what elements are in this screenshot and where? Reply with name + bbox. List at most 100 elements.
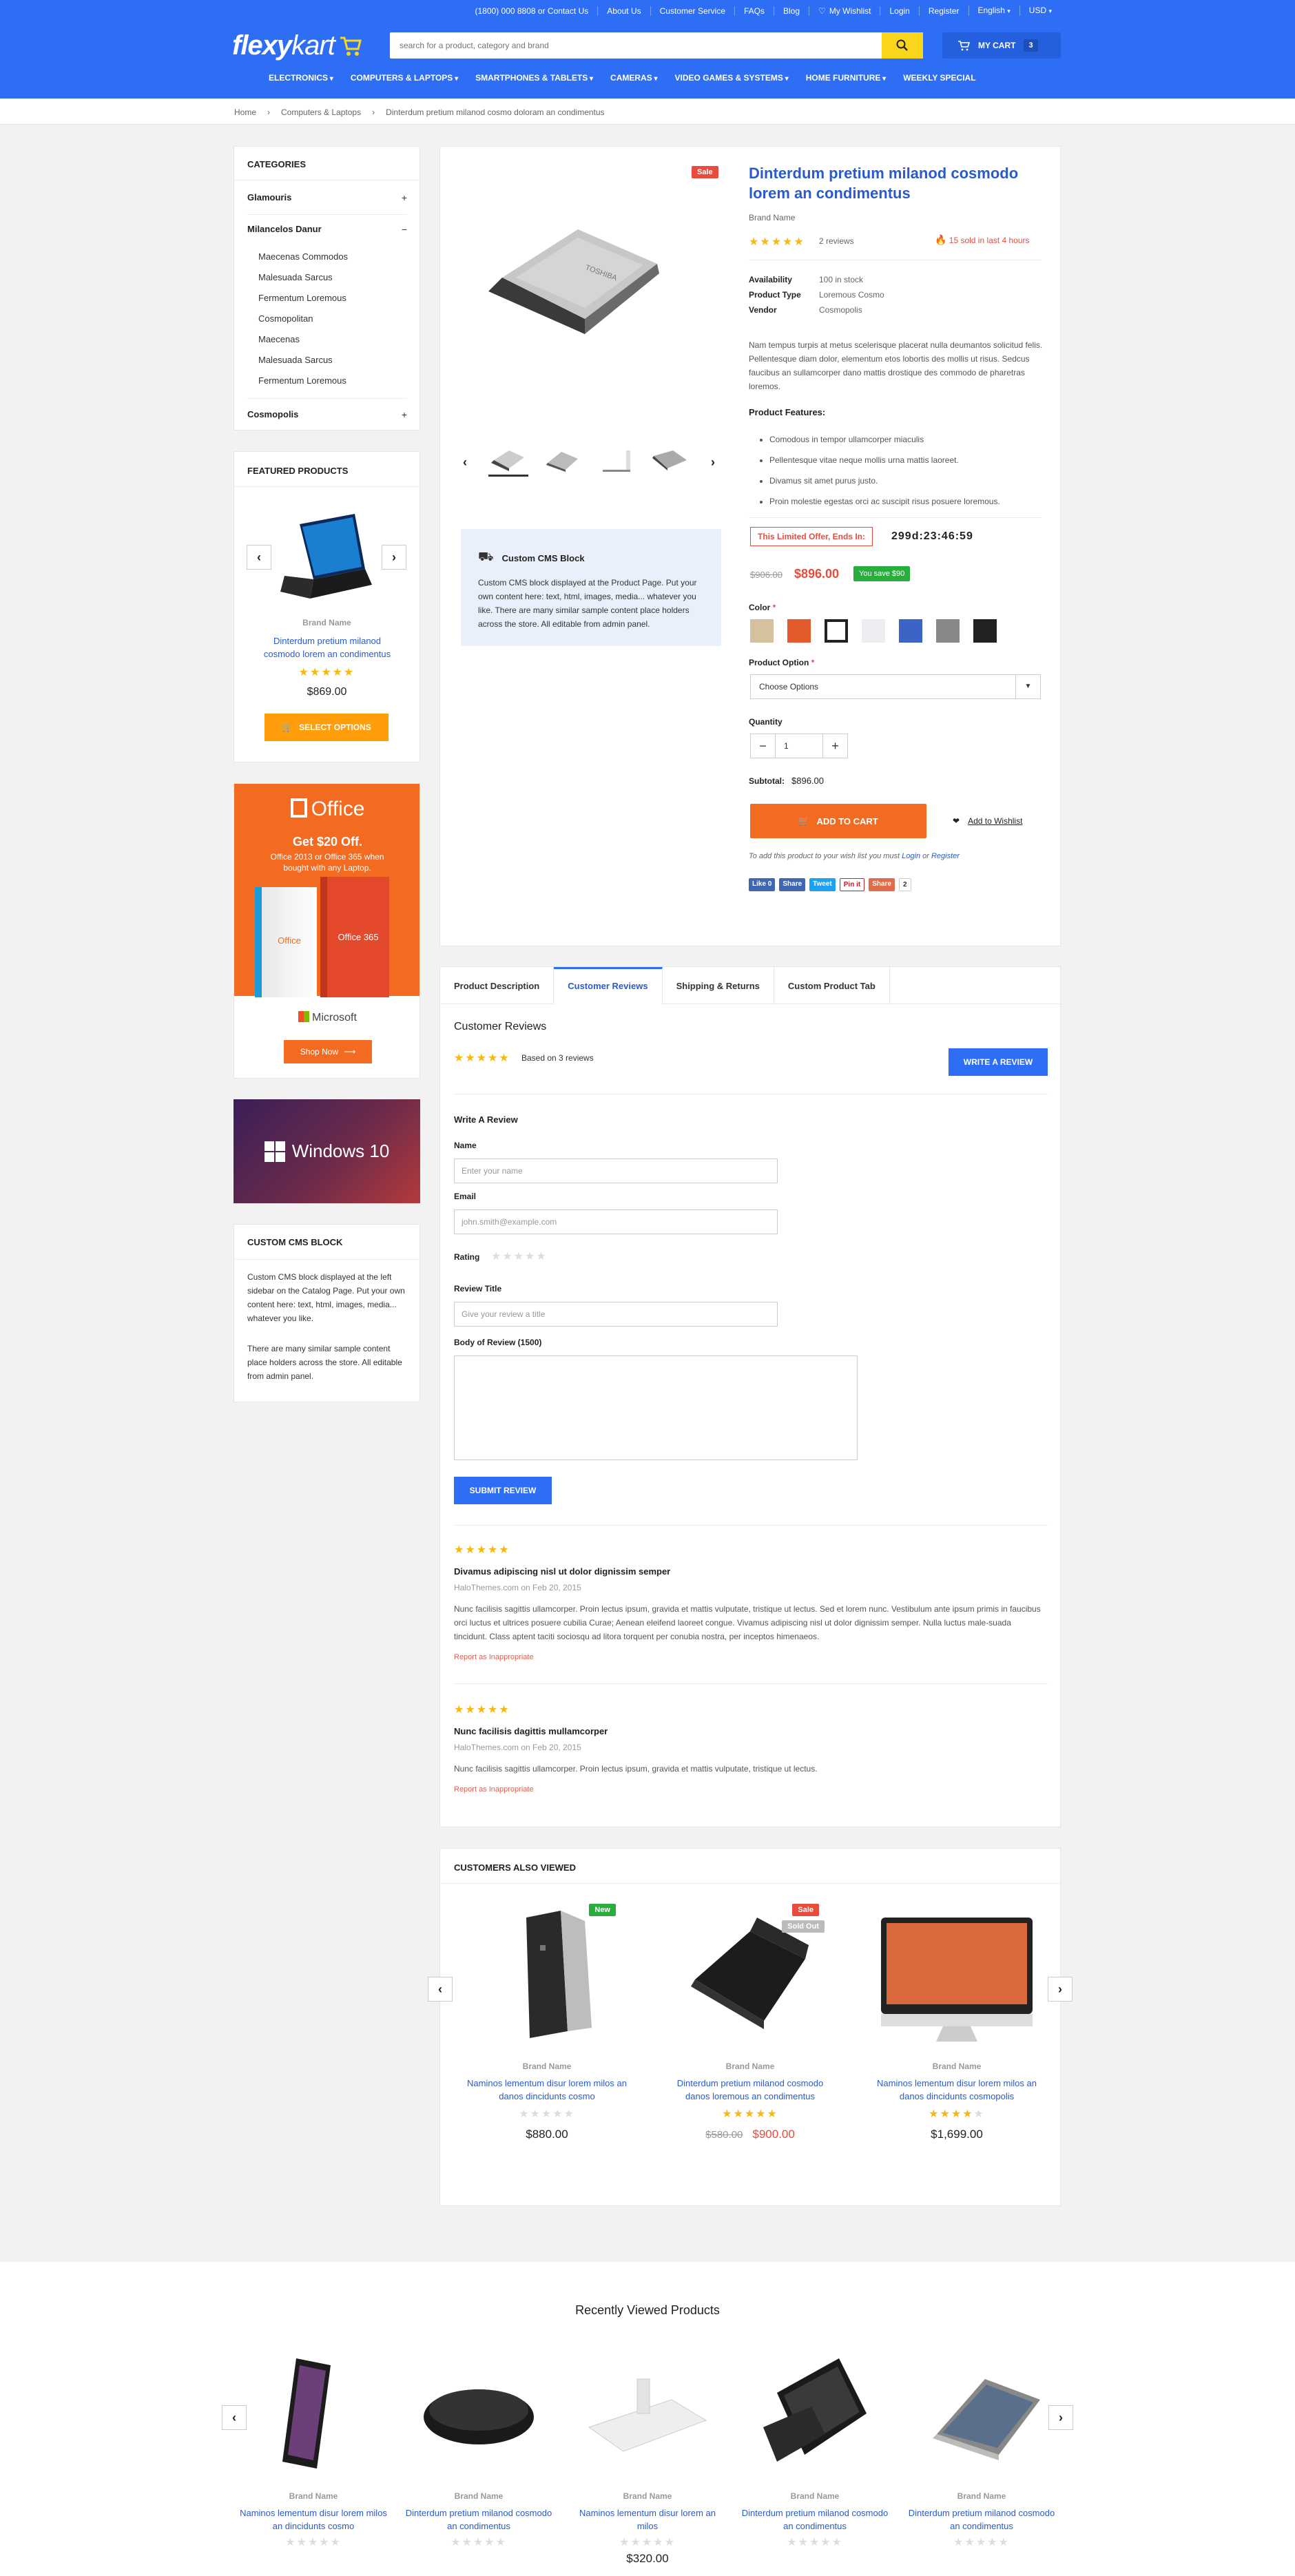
tab-description[interactable]: Product Description (440, 967, 555, 1004)
thumbnail[interactable] (488, 446, 528, 477)
rating-input[interactable]: ★★★★★ (491, 1249, 548, 1263)
product-name[interactable]: Dinterdum pretium milanod cosmodo danos … (667, 2077, 833, 2103)
product-card[interactable]: Brand Name Dinterdum pretium milanod cos… (736, 2351, 894, 2549)
category-item[interactable]: Milancelos Danur − (247, 224, 407, 235)
product-card[interactable]: Brand Name Naminos lementum disur lorem … (874, 1904, 1039, 2141)
prev-arrow[interactable]: ‹ (247, 545, 271, 570)
facebook-like-button[interactable]: Like 0 (749, 878, 776, 891)
nav-item-electronics[interactable]: ELECTRONICS (269, 73, 333, 83)
tab-custom[interactable]: Custom Product Tab (774, 967, 890, 1004)
subcategory-item[interactable]: Malesuada Sarcus (258, 267, 348, 288)
select-options-button[interactable]: 🛒 SELECT OPTIONS (265, 714, 388, 741)
product-brand[interactable]: Brand Name (749, 213, 795, 222)
breadcrumb-home[interactable]: Home (234, 107, 256, 117)
register-link[interactable]: Register (918, 6, 968, 16)
color-swatch[interactable] (862, 619, 885, 643)
color-swatch[interactable] (899, 619, 922, 643)
color-swatch-selected[interactable] (825, 619, 848, 643)
subcategory-item[interactable]: Maecenas (258, 329, 348, 350)
report-link[interactable]: Report as Inappropriate (454, 1653, 534, 1661)
reviews-link[interactable]: 2 reviews (819, 236, 854, 246)
tab-reviews[interactable]: Customer Reviews (554, 967, 663, 1004)
blog-link[interactable]: Blog (774, 6, 809, 16)
windows-banner[interactable]: Windows 10 (234, 1099, 420, 1203)
collapse-icon[interactable]: − (402, 224, 407, 235)
submit-review-button[interactable]: SUBMIT REVIEW (454, 1477, 552, 1504)
category-item[interactable]: Cosmopolis + (247, 409, 407, 420)
review-title-input[interactable]: Give your review a title (454, 1302, 778, 1327)
currency-select[interactable]: USD ▾ (1019, 6, 1061, 16)
subcategory-item[interactable]: Malesuada Sarcus (258, 350, 348, 371)
color-swatch[interactable] (936, 619, 960, 643)
write-review-button[interactable]: WRITE A REVIEW (949, 1048, 1048, 1076)
wishlist-link[interactable]: ♡ My Wishlist (809, 6, 880, 16)
subcategory-item[interactable]: Cosmopolitan (258, 309, 348, 329)
thumb-prev-arrow[interactable]: ‹ (453, 450, 477, 475)
faqs-link[interactable]: FAQs (734, 6, 774, 16)
featured-product-image[interactable] (279, 510, 375, 600)
review-body-textarea[interactable] (454, 1355, 858, 1460)
tweet-button[interactable]: Tweet (809, 878, 836, 891)
service-link[interactable]: Customer Service (650, 6, 734, 16)
prev-arrow[interactable]: ‹ (428, 1977, 453, 2002)
office-banner[interactable]: Office Get $20 Off. Office 2013 or Offic… (234, 783, 420, 1079)
product-card[interactable]: New Brand Name Naminos lementum disur lo… (464, 1904, 630, 2141)
product-card[interactable]: Sale Sold Out Brand Name Dinterdum preti… (667, 1904, 833, 2141)
add-to-wishlist-link[interactable]: ❤ Add to Wishlist (953, 816, 1022, 826)
nav-item-video-games[interactable]: VIDEO GAMES & SYSTEMS (675, 73, 789, 83)
google-share-button[interactable]: Share (869, 878, 895, 891)
nav-item-furniture[interactable]: HOME FURNITURE (806, 73, 886, 83)
search-button[interactable] (882, 32, 923, 59)
about-link[interactable]: About Us (597, 6, 650, 16)
site-logo[interactable]: flexy kart (232, 30, 362, 61)
language-select[interactable]: English ▾ (968, 6, 1019, 16)
shop-now-button[interactable]: Shop Now ⟶ (284, 1040, 372, 1063)
thumb-next-arrow[interactable]: › (701, 450, 725, 475)
wishlist-login-link[interactable]: Login (902, 852, 920, 860)
nav-item-smartphones[interactable]: SMARTPHONES & TABLETS (475, 73, 593, 83)
color-swatch[interactable] (750, 619, 774, 643)
login-link[interactable]: Login (880, 6, 918, 16)
product-card[interactable]: Brand Name Dinterdum pretium milanod cos… (400, 2351, 558, 2549)
wishlist-register-link[interactable]: Register (931, 852, 960, 860)
product-name[interactable]: Dinterdum pretium milanod cosmodo an con… (902, 2506, 1061, 2533)
product-card[interactable]: Brand Name Naminos lementum disur lorem … (568, 2351, 727, 2566)
facebook-share-button[interactable]: Share (779, 878, 806, 891)
product-name[interactable]: Naminos lementum disur lorem milos an di… (234, 2506, 393, 2533)
next-arrow[interactable]: › (382, 545, 406, 570)
tab-shipping[interactable]: Shipping & Returns (663, 967, 774, 1004)
featured-product-name[interactable]: Dinterdum pretium milanod cosmodo lorem … (255, 634, 400, 661)
nav-item-weekly[interactable]: WEEKLY SPECIAL (903, 73, 975, 83)
thumbnail[interactable] (542, 446, 582, 477)
product-name[interactable]: Dinterdum pretium milanod cosmodo an con… (736, 2506, 894, 2533)
product-main-image[interactable]: TOSHIBA (475, 222, 661, 360)
category-item[interactable]: Glamouris + (247, 192, 407, 203)
subcategory-item[interactable]: Fermentum Loremous (258, 371, 348, 391)
minus-button[interactable]: − (751, 734, 776, 758)
thumbnail[interactable] (596, 446, 636, 477)
email-input[interactable]: john.smith@example.com (454, 1209, 778, 1234)
expand-icon[interactable]: + (402, 409, 407, 420)
nav-item-computers[interactable]: COMPUTERS & LAPTOPS (351, 73, 458, 83)
product-card[interactable]: Brand Name Dinterdum pretium milanod cos… (902, 2351, 1061, 2549)
cart-button[interactable]: MY CART 3 (942, 32, 1061, 59)
name-input[interactable]: Enter your name (454, 1159, 778, 1183)
thumbnail[interactable] (650, 446, 690, 477)
product-name[interactable]: Dinterdum pretium milanod cosmodo an con… (400, 2506, 558, 2533)
product-name[interactable]: Naminos lementum disur lorem milos an da… (874, 2077, 1039, 2103)
quantity-input[interactable]: 1 (776, 741, 822, 751)
pinterest-button[interactable]: Pin it (839, 878, 865, 891)
subcategory-item[interactable]: Maecenas Commodos (258, 247, 348, 267)
product-name[interactable]: Naminos lementum disur lorem an milos (568, 2506, 727, 2533)
color-swatch[interactable] (973, 619, 997, 643)
subcategory-item[interactable]: Fermentum Loremous (258, 288, 348, 309)
contact-link[interactable]: (1800) 000 8808 or Contact Us (466, 6, 598, 16)
search-input[interactable] (390, 33, 882, 58)
product-card[interactable]: Brand Name Naminos lementum disur lorem … (234, 2351, 393, 2549)
product-name[interactable]: Naminos lementum disur lorem milos an da… (464, 2077, 630, 2103)
report-link[interactable]: Report as Inappropriate (454, 1785, 534, 1794)
next-arrow[interactable]: › (1048, 1977, 1073, 2002)
product-option-select[interactable]: Choose Options ▼ (750, 674, 1041, 699)
plus-button[interactable]: + (822, 734, 847, 758)
add-to-cart-button[interactable]: 🛒 ADD TO CART (750, 804, 926, 838)
